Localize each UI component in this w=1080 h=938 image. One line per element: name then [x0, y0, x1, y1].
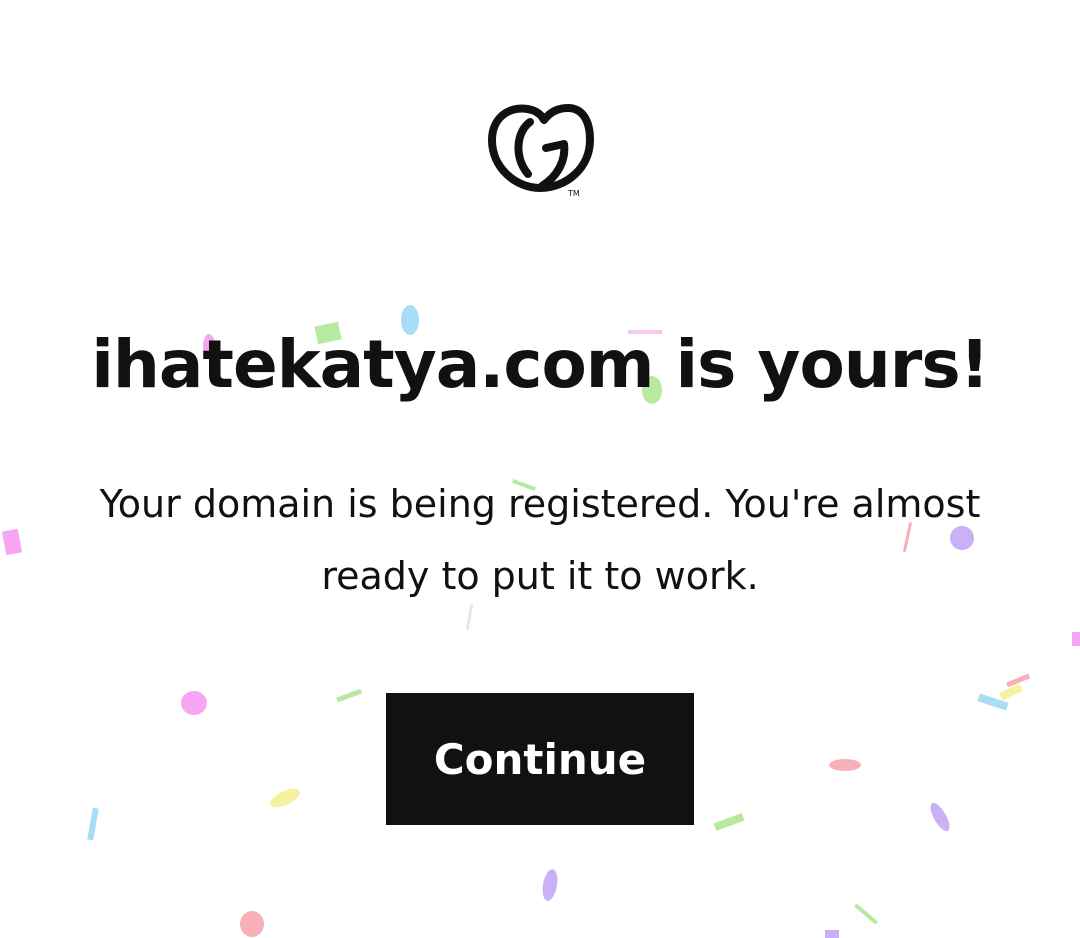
confetti-piece: [336, 688, 363, 703]
confetti-piece: [713, 813, 745, 831]
confetti-piece: [240, 911, 264, 937]
continue-button-label: Continue: [433, 734, 647, 784]
confetti-piece: [1072, 632, 1080, 646]
confetti-piece: [542, 869, 558, 901]
confetti-piece: [87, 807, 99, 841]
confetti-piece: [930, 802, 950, 832]
confetti-piece: [999, 683, 1023, 701]
godaddy-logo-icon: TM: [488, 104, 594, 198]
confetti-piece: [181, 691, 207, 715]
page-title: ihatekatya.com is yours!: [91, 326, 989, 403]
confetti-piece: [829, 759, 861, 771]
confetti-piece: [2, 528, 22, 556]
confetti-piece: [1006, 673, 1031, 688]
brand-logo: TM: [486, 100, 596, 200]
confetti-piece: [977, 693, 1009, 711]
continue-button[interactable]: Continue: [386, 693, 694, 825]
confetti-piece: [825, 930, 839, 938]
confetti-piece: [270, 788, 300, 808]
confetti-piece: [853, 903, 879, 925]
subtitle-text: Your domain is being registered. You're …: [99, 482, 981, 598]
trademark-mark: TM: [567, 189, 580, 198]
